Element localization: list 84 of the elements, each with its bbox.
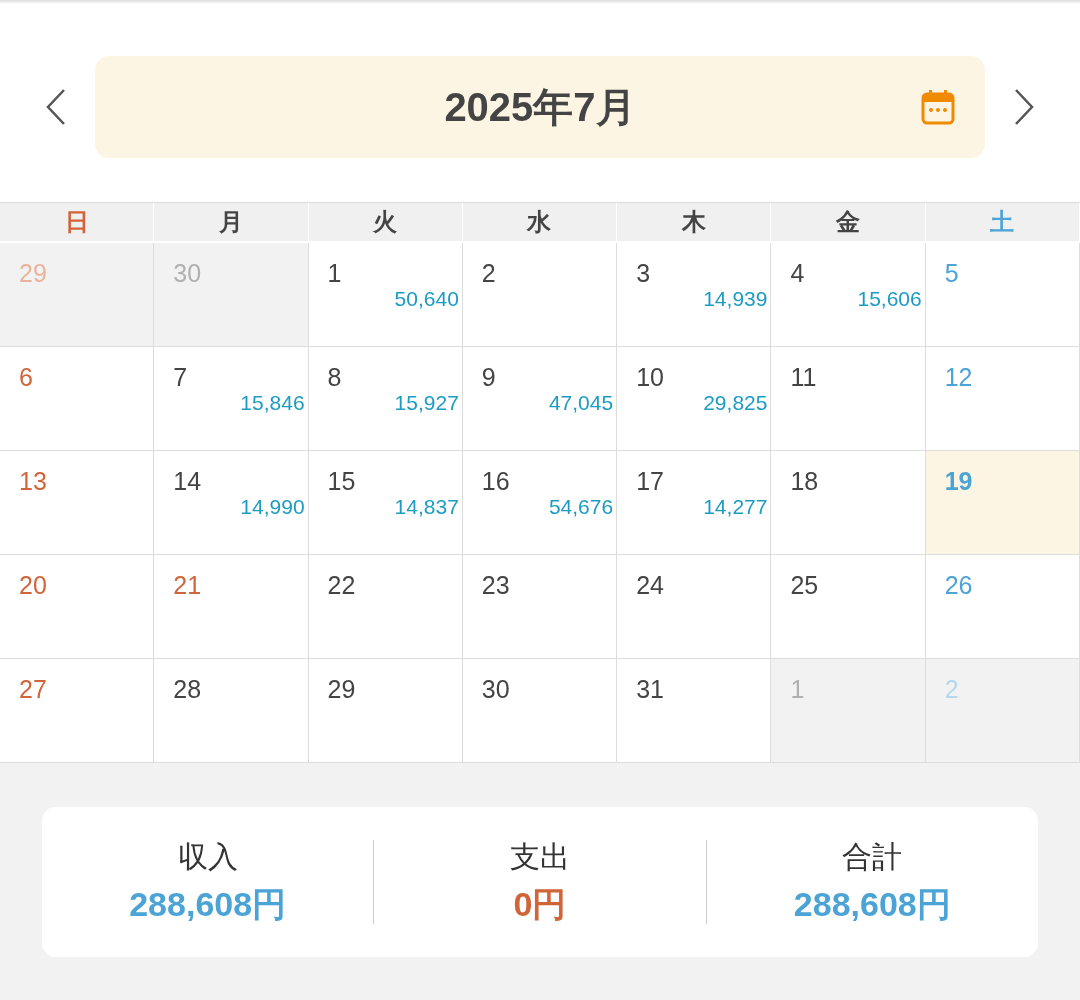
summary-label: 収入 [177,839,238,875]
amount-text: 15,927 [394,391,459,415]
day-cell[interactable]: 29 [308,659,463,763]
day-cell[interactable]: 15 14,837 [308,451,463,555]
day-number: 29 [18,259,48,287]
day-number: 15 [326,467,357,495]
amount-text: 14,277 [703,495,768,519]
day-cell[interactable]: 1 50,640 [308,243,463,347]
amount-text: 50,640 [394,287,459,311]
amount-text: 14,939 [703,287,768,311]
day-number: 8 [326,363,343,391]
day-number: 11 [789,363,818,391]
day-cell[interactable]: 9 47,045 [462,347,618,451]
month-title: 2025年7月 [444,84,636,131]
day-number: 17 [635,467,665,495]
amount-text: 54,676 [548,495,614,519]
day-number: 1 [326,259,343,287]
amount-text: 15,846 [240,391,305,415]
day-number: 23 [480,571,511,599]
day-cell[interactable]: 24 [617,555,772,659]
day-cell[interactable]: 11 [771,347,926,451]
day-number: 24 [635,571,665,599]
day-number: 22 [326,571,357,599]
day-number: 2 [943,675,960,703]
amount-text: 47,045 [548,391,614,415]
day-cell[interactable]: 21 [154,555,309,659]
day-cell[interactable]: 7 15,846 [154,347,309,451]
day-number: 6 [18,363,34,391]
day-number: 27 [18,675,48,703]
day-number: 30 [480,675,511,703]
amount-text: 14,837 [394,495,459,519]
day-number: 28 [172,675,203,703]
day-number: 7 [172,363,189,391]
day-cell[interactable]: 20 [0,555,155,659]
day-number: 21 [172,571,203,599]
day-cell[interactable]: 4 15,606 [771,243,926,347]
day-cell[interactable]: 28 [154,659,309,763]
day-cell[interactable]: 27 [0,659,155,763]
day-number: 20 [18,571,48,599]
day-number: 1 [789,675,806,703]
day-cell[interactable]: 8 15,927 [308,347,463,451]
summary-label: 合計 [842,839,903,875]
day-number: 31 [635,675,665,703]
day-cell[interactable]: 30 [462,659,618,763]
day-cell[interactable]: 31 [617,659,772,763]
day-number: 5 [943,259,960,287]
day-cell[interactable]: 2 [462,243,618,347]
day-number: 19 [943,467,974,495]
day-cell[interactable]: 22 [308,555,463,659]
day-number: 13 [18,467,48,495]
chevron-right-icon[interactable] [1012,87,1036,127]
summary-label: 支出 [510,839,570,875]
summary-value: 0円 [513,884,567,925]
day-number: 3 [635,259,652,287]
day-number: 4 [789,259,806,287]
day-cell[interactable]: 6 [0,347,155,451]
day-number: 18 [789,467,820,495]
day-number: 12 [943,363,974,391]
day-cell[interactable]: 16 54,676 [462,451,618,555]
day-cell[interactable]: 10 29,825 [617,347,772,451]
day-number: 14 [172,467,203,495]
amount-text: 29,825 [703,391,768,415]
day-cell[interactable]: 23 [462,555,618,659]
day-number: 16 [480,467,511,495]
day-number: 30 [172,259,203,287]
summary-value: 288,608円 [129,884,287,925]
day-number: 29 [326,675,357,703]
chevron-left-icon[interactable] [44,87,68,127]
day-number: 10 [635,363,665,391]
amount-text: 14,990 [240,495,305,519]
day-cell[interactable]: 14 14,990 [154,451,309,555]
calendar-icon [921,89,955,125]
summary-value: 288,608円 [793,884,951,925]
month-picker[interactable]: 2025年7月 [95,56,985,158]
amount-text: 15,606 [857,287,922,311]
day-cell[interactable]: 13 [0,451,155,555]
day-cell[interactable]: 17 14,277 [617,451,772,555]
day-number: 26 [943,571,974,599]
day-cell[interactable]: 25 [771,555,926,659]
day-number: 25 [789,571,820,599]
day-number: 9 [480,363,497,391]
day-cell[interactable]: 18 [771,451,926,555]
day-cell[interactable]: 3 14,939 [617,243,772,347]
day-number: 2 [480,259,497,287]
